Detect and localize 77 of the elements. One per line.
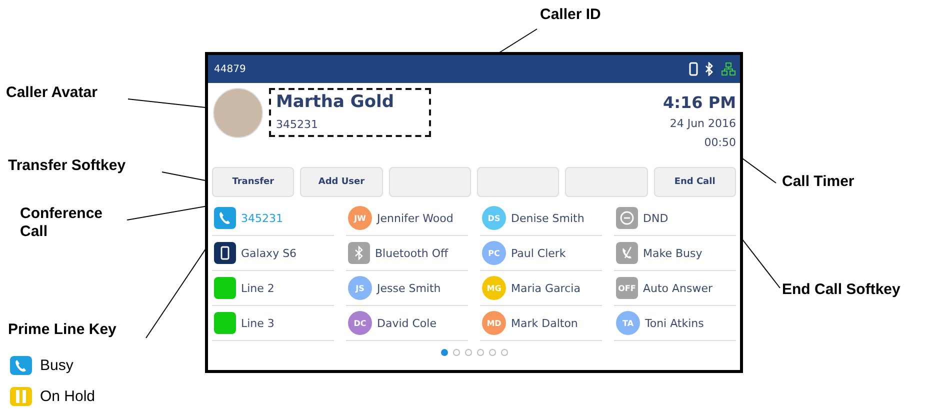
softkey[interactable]: Add User <box>300 167 383 197</box>
line-key[interactable]: DS Denise Smith <box>480 201 602 236</box>
clock-time: 4:16 PM <box>662 93 736 112</box>
line-key[interactable]: Galaxy S6 <box>212 236 334 271</box>
line-key[interactable]: Make Busy <box>614 236 736 271</box>
line-key-label: Bluetooth Off <box>375 246 448 260</box>
line-key[interactable]: Line 2 <box>212 271 334 306</box>
page-dot[interactable] <box>500 349 508 356</box>
line-key-label: Toni Atkins <box>645 316 704 330</box>
line-key-label: Jennifer Wood <box>377 212 454 224</box>
line-key-label: Auto Answer <box>643 282 713 294</box>
line-key[interactable]: Line 3 <box>212 306 334 341</box>
phone-icon <box>10 356 32 375</box>
line-key-label: 345231 <box>241 212 283 224</box>
contact-initials: MG <box>482 276 506 300</box>
caller-number: 345231 <box>276 118 319 131</box>
line-key[interactable]: DC David Cole <box>346 306 468 341</box>
line-key[interactable]: JS Jesse Smith <box>346 271 468 306</box>
line-key[interactable]: DND <box>614 201 736 236</box>
line-key-label: Line 2 <box>241 282 274 294</box>
line-key[interactable]: Bluetooth Off <box>346 236 468 271</box>
line-key[interactable]: TA Toni Atkins <box>614 306 736 341</box>
call-timer: 00:50 <box>703 136 736 149</box>
mobile-phone-icon <box>214 242 236 264</box>
line-key[interactable]: JW Jennifer Wood <box>346 201 468 236</box>
line-key[interactable]: PC Paul Clerk <box>480 236 602 271</box>
page-dot[interactable] <box>440 349 448 356</box>
line-key-label: Galaxy S6 <box>241 246 297 260</box>
date: 24 Jun 2016 <box>668 117 736 130</box>
contact-initials: DS <box>482 206 506 230</box>
line-key-label: Mark Dalton <box>511 316 578 330</box>
annotation-label: Transfer Softkey <box>8 157 127 175</box>
do-not-disturb-icon <box>616 207 638 229</box>
contact-initials: JW <box>348 206 372 230</box>
annotation-label: Conference Call <box>20 205 104 241</box>
annotation-label: Call Timer <box>782 173 856 191</box>
contact-initials: JS <box>348 276 372 300</box>
line-key-label: Denise Smith <box>511 212 584 224</box>
avatar-circle <box>213 88 263 138</box>
annotation-label: Caller Avatar <box>6 84 98 102</box>
pause-icon <box>10 387 32 406</box>
bluetooth-icon <box>705 62 714 76</box>
page-dot[interactable] <box>464 349 472 356</box>
line-key-label: Jesse Smith <box>377 282 441 294</box>
annotation-label: Caller ID <box>540 6 602 24</box>
annotation-label: Prime Line Key <box>8 321 118 339</box>
contact-initials: TA <box>616 311 640 335</box>
contact-initials: DC <box>348 311 372 335</box>
caller-name: Martha Gold <box>276 92 396 112</box>
blank-softkey[interactable] <box>476 167 560 197</box>
contact-initials: MD <box>482 311 506 335</box>
bluetooth-icon <box>348 242 370 264</box>
line-key-label: Maria Garcia <box>511 282 580 294</box>
mobile-phone-icon <box>689 62 698 76</box>
blank-softkey[interactable] <box>565 167 648 197</box>
line-key[interactable]: MG Maria Garcia <box>480 271 602 306</box>
line-key-label: Line 3 <box>241 316 274 330</box>
line-key-label: DND <box>643 212 668 224</box>
phone-slash-icon <box>616 242 638 264</box>
line-key[interactable]: OFF Auto Answer <box>614 271 736 306</box>
line-key-label: Paul Clerk <box>511 246 566 260</box>
feature-badge: OFF <box>616 277 638 299</box>
legend-label: Busy <box>40 357 74 374</box>
softkey[interactable]: Transfer <box>212 167 294 197</box>
blank-softkey[interactable] <box>388 167 471 197</box>
line-key[interactable]: MD Mark Dalton <box>480 306 602 341</box>
line-key-label: David Cole <box>377 316 436 330</box>
network-icon <box>721 62 736 76</box>
legend-label: On Hold <box>40 388 96 405</box>
line-key-label: Make Busy <box>643 246 702 260</box>
annotation-label: End Call Softkey <box>782 281 902 299</box>
extension-number: 44879 <box>214 64 246 74</box>
contact-initials: PC <box>482 241 506 265</box>
page-dot[interactable] <box>488 349 496 356</box>
page-dot[interactable] <box>452 349 460 356</box>
softkey[interactable]: End Call <box>654 167 736 197</box>
page-dot[interactable] <box>476 349 484 356</box>
